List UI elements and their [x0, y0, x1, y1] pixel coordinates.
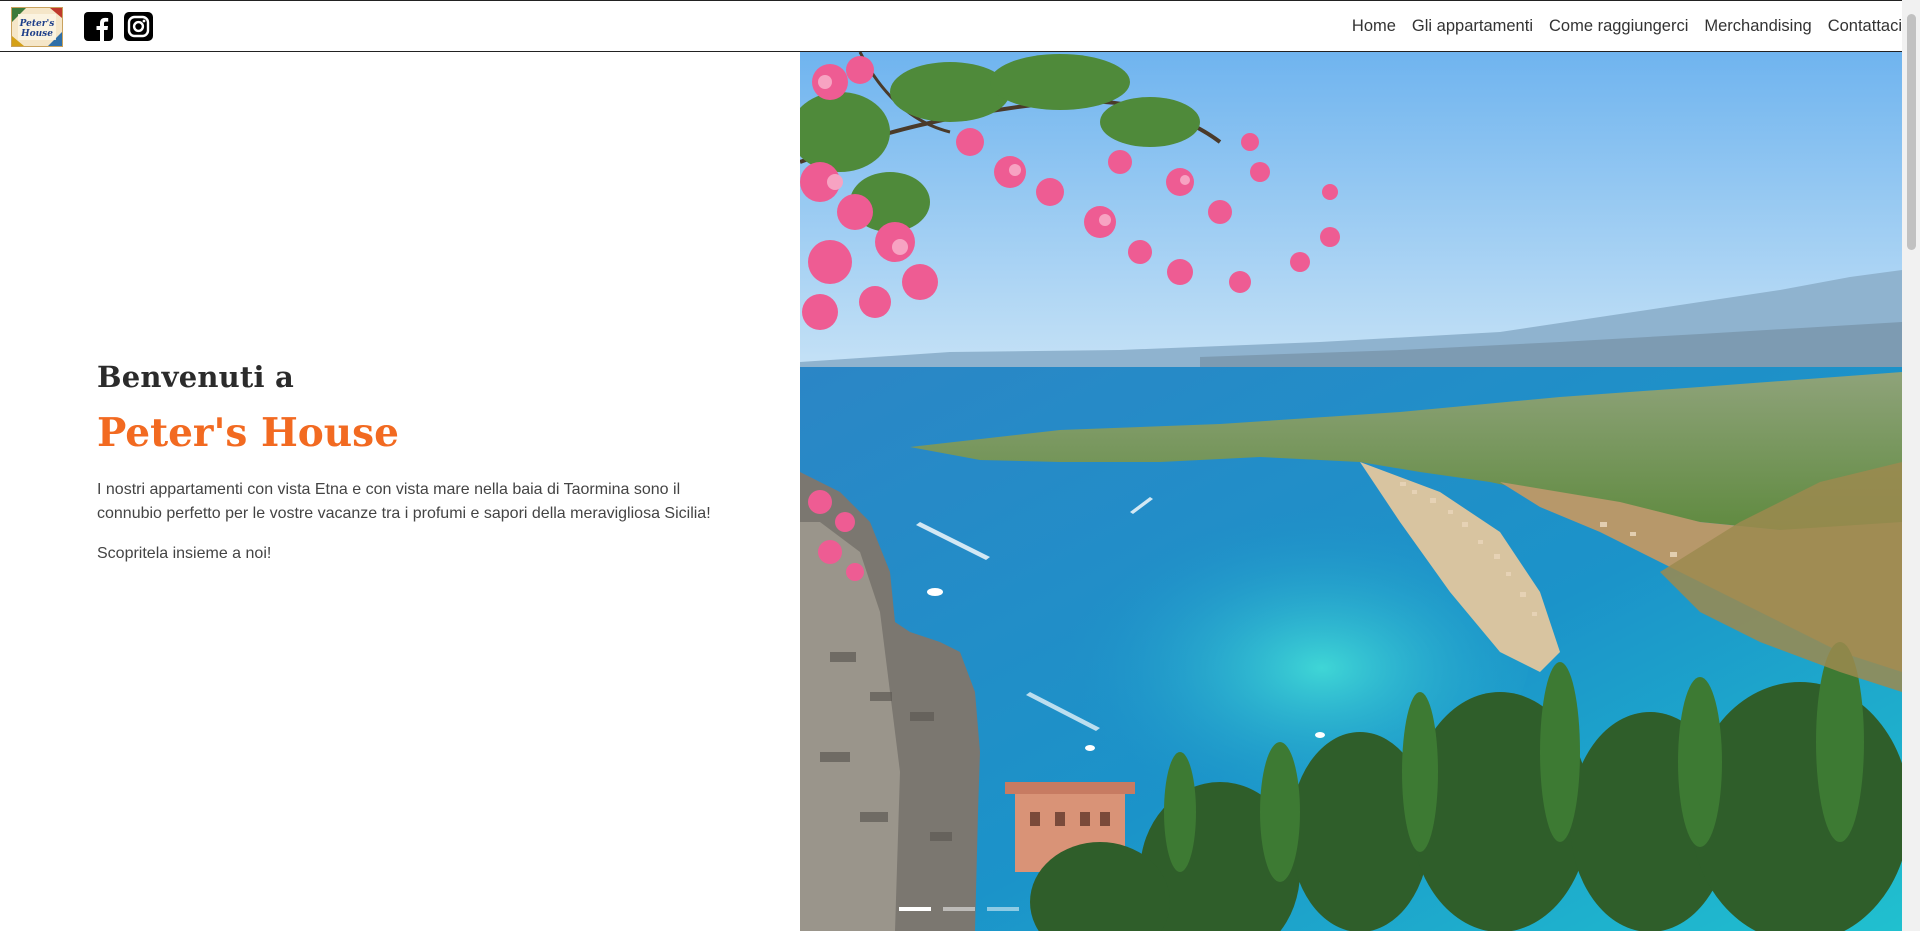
- nav-merchandising[interactable]: Merchandising: [1704, 17, 1811, 36]
- intro-paragraph: I nostri appartamenti con vista Etna e c…: [97, 481, 711, 522]
- logo-text-bottom: House: [20, 29, 53, 39]
- welcome-heading: Benvenuti a: [97, 360, 295, 394]
- carousel-indicator-3[interactable]: [987, 907, 1019, 911]
- logo-image: Peter's House: [12, 8, 62, 46]
- main-nav: Home Gli appartamenti Come raggiungerci …: [1352, 1, 1902, 51]
- carousel-indicators: [899, 907, 1019, 911]
- nav-directions[interactable]: Come raggiungerci: [1549, 17, 1688, 36]
- nav-apartments[interactable]: Gli appartamenti: [1412, 17, 1533, 36]
- page-scrollbar[interactable]: [1902, 0, 1920, 931]
- brand-title: Peter's House: [97, 410, 399, 456]
- scrollbar-thumb[interactable]: [1907, 14, 1916, 250]
- instagram-icon[interactable]: [124, 12, 153, 41]
- cta-paragraph: Scopritela insieme a noi!: [97, 545, 272, 562]
- taormina-bay-photo: [800, 52, 1902, 931]
- logo-text-top: Peter's: [19, 19, 55, 29]
- nav-contact[interactable]: Contattaci: [1828, 17, 1902, 36]
- carousel-indicator-1[interactable]: [899, 907, 931, 911]
- hero-text-block: Benvenuti a Peter's House I nostri appar…: [97, 360, 717, 566]
- hero-carousel[interactable]: [800, 52, 1902, 931]
- carousel-indicator-2[interactable]: [943, 907, 975, 911]
- nav-home[interactable]: Home: [1352, 17, 1396, 36]
- facebook-icon[interactable]: [84, 12, 113, 41]
- navbar: Peter's House Home Gli appartamenti Come…: [0, 0, 1902, 52]
- brand-logo[interactable]: Peter's House: [11, 7, 63, 47]
